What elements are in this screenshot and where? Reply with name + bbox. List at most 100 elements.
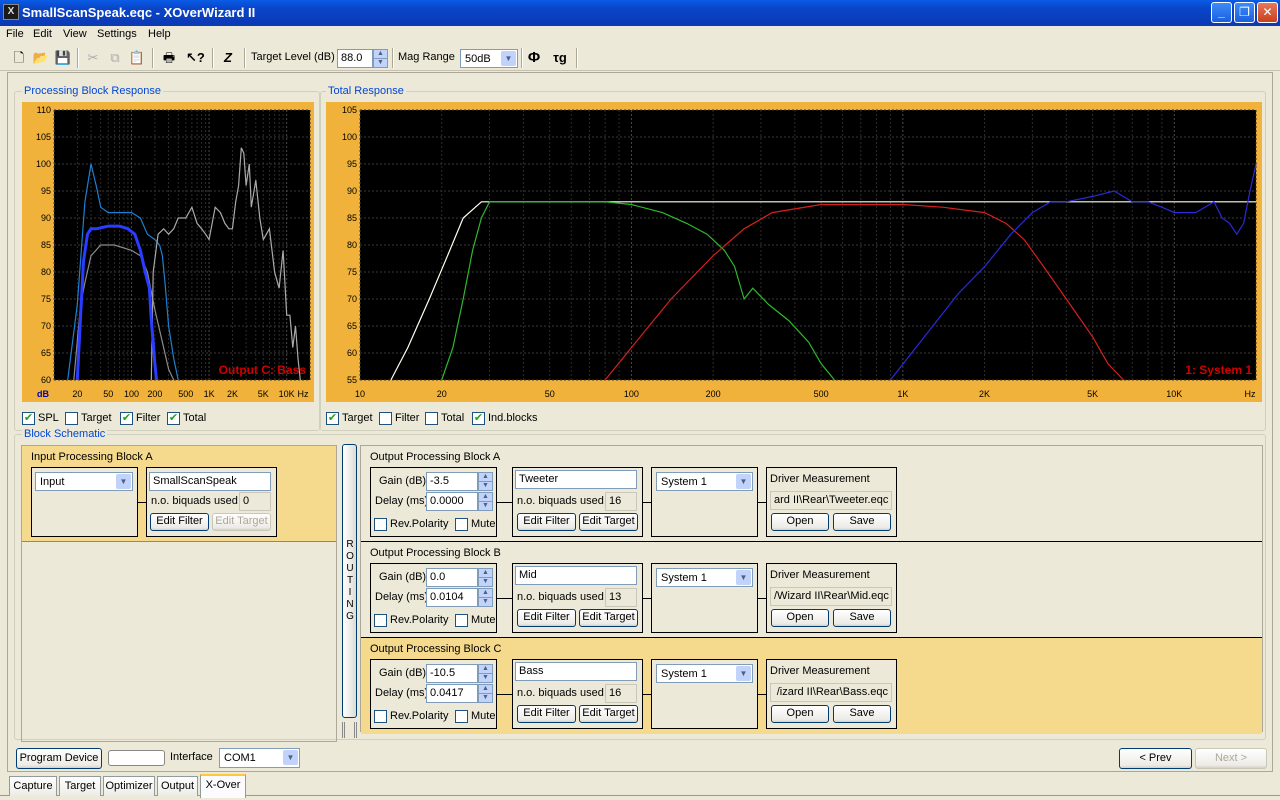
chevron-down-icon[interactable]: ▼ bbox=[283, 750, 298, 765]
mute-checkbox[interactable] bbox=[455, 614, 468, 627]
biquads-label: n.o. biquads used bbox=[517, 495, 604, 507]
total-response-chart[interactable]: 105 100 95 90 85 80 75 70 65 60 55 10 20 50 100 200 500 1… bbox=[326, 102, 1262, 402]
save-button[interactable]: Save bbox=[833, 513, 891, 531]
tab-capture[interactable]: Capture bbox=[9, 776, 57, 796]
mag-range-select[interactable]: 50dB ▼ bbox=[460, 49, 518, 68]
filter-checkbox[interactable] bbox=[379, 412, 392, 425]
filter-name-input[interactable]: Mid bbox=[515, 566, 637, 585]
xover-app-icon[interactable]: X bbox=[3, 4, 19, 20]
edit-filter-button[interactable]: Edit Filter bbox=[517, 609, 576, 627]
edit-filter-button[interactable]: Edit Filter bbox=[150, 513, 209, 531]
program-device-button[interactable]: Program Device bbox=[16, 748, 102, 769]
filter-name-input[interactable]: Bass bbox=[515, 662, 637, 681]
processing-block-chart[interactable]: 110 105 100 95 90 85 80 75 70 65 60 20 50 100 200 500 1K… bbox=[22, 102, 314, 402]
save-button[interactable]: Save bbox=[833, 609, 891, 627]
connector-line bbox=[758, 502, 766, 503]
rev-polarity-checkbox[interactable] bbox=[374, 614, 387, 627]
edit-target-button[interactable]: Edit Target bbox=[579, 513, 638, 531]
target-checkbox[interactable] bbox=[65, 412, 78, 425]
gain-spinner[interactable]: ▲ ▼ bbox=[478, 664, 493, 683]
delay-input[interactable]: 0.0104 bbox=[426, 588, 478, 607]
gain-spinner[interactable]: ▲ ▼ bbox=[478, 472, 493, 491]
prev-button[interactable]: < Prev bbox=[1119, 748, 1192, 769]
y-tick-label: 100 bbox=[36, 159, 51, 169]
total-checkbox[interactable]: ✔ bbox=[167, 412, 180, 425]
target-checkbox[interactable]: ✔ bbox=[326, 412, 339, 425]
open-button[interactable]: Open bbox=[771, 705, 829, 723]
edit-filter-button[interactable]: Edit Filter bbox=[517, 705, 576, 723]
routing-button[interactable]: ROUTING bbox=[342, 444, 357, 718]
chevron-down-icon[interactable]: ▼ bbox=[736, 474, 751, 489]
edit-target-button[interactable]: Edit Target bbox=[579, 705, 638, 723]
input-filter-name[interactable]: SmallScanSpeak bbox=[149, 472, 271, 491]
menu-edit[interactable]: Edit bbox=[33, 28, 52, 40]
delay-spinner[interactable]: ▲ ▼ bbox=[478, 492, 493, 511]
new-file-icon[interactable]: 🗋 bbox=[10, 49, 28, 67]
maximize-icon[interactable]: ❐ bbox=[1234, 2, 1255, 23]
open-folder-icon[interactable]: 📂 bbox=[32, 49, 50, 67]
system-select[interactable]: System 1 ▼ bbox=[656, 664, 753, 683]
print-icon[interactable]: 🖶 bbox=[160, 49, 178, 67]
save-icon[interactable]: 💾 bbox=[54, 49, 72, 67]
cut-icon[interactable]: ✂ bbox=[84, 49, 102, 67]
edit-target-button[interactable]: Edit Target bbox=[579, 609, 638, 627]
chevron-down-icon[interactable]: ▼ bbox=[501, 51, 516, 66]
delay-input[interactable]: 0.0000 bbox=[426, 492, 478, 511]
chevron-down-icon[interactable]: ▼ bbox=[736, 570, 751, 585]
tab-x-over[interactable]: X-Over bbox=[200, 774, 246, 798]
gain-input[interactable]: 0.0 bbox=[426, 568, 478, 587]
delay-input[interactable]: 0.0417 bbox=[426, 684, 478, 703]
input-source-select[interactable]: Input ▼ bbox=[35, 472, 133, 491]
open-button[interactable]: Open bbox=[771, 609, 829, 627]
rev-polarity-checkbox[interactable] bbox=[374, 710, 387, 723]
gain-spinner[interactable]: ▲ ▼ bbox=[478, 568, 493, 587]
connector-line bbox=[497, 598, 512, 599]
menu-file[interactable]: File bbox=[6, 28, 24, 40]
copy-icon[interactable]: ⧉ bbox=[106, 49, 124, 67]
chevron-down-icon[interactable]: ▼ bbox=[116, 474, 131, 489]
gain-input[interactable]: -10.5 bbox=[426, 664, 478, 683]
ind-blocks-checkbox[interactable]: ✔ bbox=[472, 412, 485, 425]
system-select[interactable]: System 1 ▼ bbox=[656, 472, 753, 491]
rev-polarity-checkbox[interactable] bbox=[374, 518, 387, 531]
title-bar[interactable]: X SmallScanSpeak.eqc - XOverWizard II _ … bbox=[0, 0, 1280, 26]
edit-target-button[interactable]: Edit Target bbox=[212, 513, 271, 531]
target-level-spinner[interactable]: ▲ ▼ bbox=[373, 49, 388, 68]
mute-checkbox[interactable] bbox=[455, 710, 468, 723]
x-tick-label: 1K bbox=[204, 389, 215, 399]
chevron-down-icon[interactable]: ▼ bbox=[736, 666, 751, 681]
delay-spinner[interactable]: ▲ ▼ bbox=[478, 588, 493, 607]
routing-grip[interactable] bbox=[342, 722, 357, 738]
filter-name-input[interactable]: Tweeter bbox=[515, 470, 637, 489]
tab-target[interactable]: Target bbox=[59, 776, 101, 796]
menu-view[interactable]: View bbox=[63, 28, 87, 40]
group-delay-icon[interactable]: τg bbox=[551, 49, 569, 67]
filter-checkbox[interactable]: ✔ bbox=[120, 412, 133, 425]
paste-icon[interactable]: 📋 bbox=[128, 49, 146, 67]
mute-checkbox[interactable] bbox=[455, 518, 468, 531]
next-button[interactable]: Next > bbox=[1195, 748, 1267, 769]
driver-measurement-title: Driver Measurement bbox=[770, 473, 870, 485]
menu-help[interactable]: Help bbox=[148, 28, 171, 40]
save-button[interactable]: Save bbox=[833, 705, 891, 723]
menu-bar: File Edit View Settings Help bbox=[0, 26, 1280, 44]
spl-checkbox[interactable]: ✔ bbox=[22, 412, 35, 425]
close-icon[interactable]: ✕ bbox=[1257, 2, 1278, 23]
driver-measurement-path: /Wizard II\Rear\Mid.eqc bbox=[770, 587, 892, 606]
edit-filter-button[interactable]: Edit Filter bbox=[517, 513, 576, 531]
delay-spinner[interactable]: ▲ ▼ bbox=[478, 684, 493, 703]
system-select[interactable]: System 1 ▼ bbox=[656, 568, 753, 587]
help-pointer-icon[interactable]: ↖? bbox=[186, 49, 205, 67]
toolbar-separator bbox=[576, 48, 578, 68]
impedance-icon[interactable]: Z bbox=[219, 49, 237, 67]
tab-optimizer[interactable]: Optimizer bbox=[103, 776, 155, 796]
target-level-input[interactable]: 88.0 bbox=[337, 49, 373, 68]
menu-settings[interactable]: Settings bbox=[97, 28, 137, 40]
tab-output[interactable]: Output bbox=[157, 776, 198, 796]
open-button[interactable]: Open bbox=[771, 513, 829, 531]
interface-select[interactable]: COM1 ▼ bbox=[219, 748, 300, 768]
total-checkbox[interactable] bbox=[425, 412, 438, 425]
phase-icon[interactable]: Φ bbox=[525, 49, 543, 67]
minimize-icon[interactable]: _ bbox=[1211, 2, 1232, 23]
gain-input[interactable]: -3.5 bbox=[426, 472, 478, 491]
